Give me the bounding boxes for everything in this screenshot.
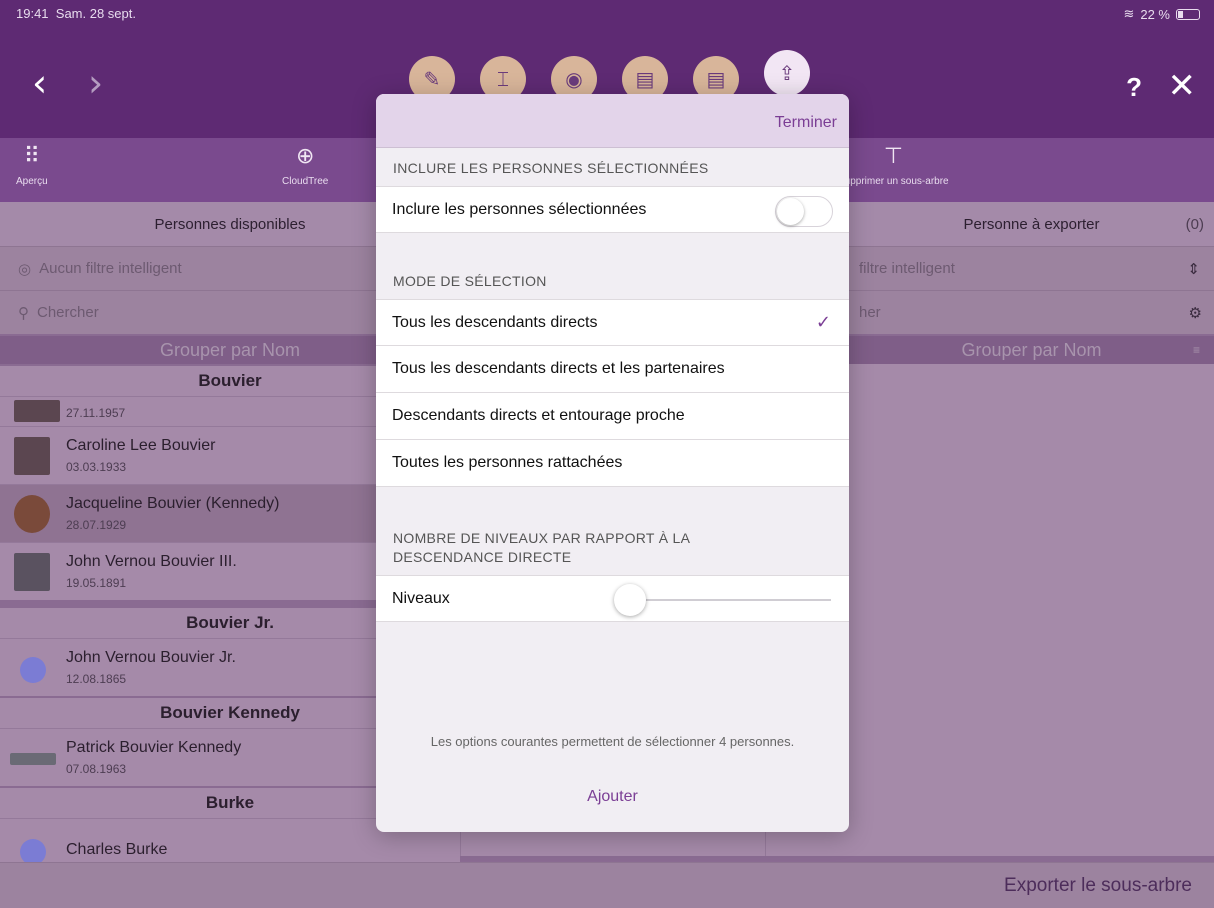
section-include-header: INCLURE LES PERSONNES SÉLECTIONNÉES xyxy=(393,160,709,176)
smart-filter-left-label: Aucun filtre intelligent xyxy=(39,260,182,277)
chevron-updown-icon[interactable]: ⇕ xyxy=(1187,260,1200,278)
close-button[interactable]: ✕ xyxy=(1168,66,1197,106)
person-date: 12.08.1865 xyxy=(66,672,127,686)
mode-label: Descendants directs et entourage proche xyxy=(392,407,685,424)
status-time: 19:41 xyxy=(16,6,49,21)
mode-option[interactable]: Tous les descendants directs et les part… xyxy=(376,346,849,393)
mode-option[interactable]: Descendants directs et entourage proche xyxy=(376,393,849,440)
tree-icon: ⊤ xyxy=(883,144,903,169)
cloudtree-tool[interactable]: ⊕ CloudTree xyxy=(282,144,328,187)
person-date: 03.03.1933 xyxy=(66,460,127,474)
upload-icon[interactable]: ⇪ xyxy=(764,50,810,96)
status-right: ≋ 22 % xyxy=(1123,6,1200,22)
forward-button[interactable]: › xyxy=(88,64,103,102)
section-levels-line1: NOMBRE DE NIVEAUX PAR RAPPORT À LA xyxy=(393,530,691,546)
delete-subtree-tool[interactable]: ⊤ Supprimer un sous-arbre xyxy=(838,144,949,187)
status-bar: 19:41 Sam. 28 sept. xyxy=(16,6,136,21)
help-button[interactable]: ? xyxy=(1126,72,1142,103)
avatar xyxy=(20,839,46,862)
mode-label: Tous les descendants directs xyxy=(392,313,598,331)
toggle-knob xyxy=(777,198,804,225)
section-levels-header: NOMBRE DE NIVEAUX PAR RAPPORT À LA DESCE… xyxy=(376,487,849,575)
export-count: (0) xyxy=(1185,215,1204,233)
battery-text: 22 % xyxy=(1140,6,1170,22)
levels-row: Niveaux xyxy=(376,575,849,622)
done-button[interactable]: Terminer xyxy=(775,114,837,132)
smart-filter-right-label: filtre intelligent xyxy=(859,260,955,277)
available-persons-title: Personnes disponibles xyxy=(154,215,306,233)
search-left-placeholder: Chercher xyxy=(37,304,99,321)
add-button[interactable]: Ajouter xyxy=(376,788,849,806)
bottom-bar: Exporter le sous-arbre xyxy=(0,862,1214,908)
gear-icon[interactable]: ⚙ xyxy=(1189,304,1202,322)
include-selected-row: Inclure les personnes sélectionnées xyxy=(376,186,849,233)
person-name: Caroline Lee Bouvier xyxy=(66,437,216,454)
search-icon: ⚲ xyxy=(18,304,29,322)
avatar xyxy=(20,657,46,683)
avatar xyxy=(14,400,60,422)
section-levels-line2: DESCENDANCE DIRECTE xyxy=(393,549,572,565)
person-name: Jacqueline Bouvier (Kennedy) xyxy=(66,495,280,512)
mode-option[interactable]: Tous les descendants directs ✓ xyxy=(376,299,849,346)
person-date: 28.07.1929 xyxy=(66,518,127,532)
section-mode-header: MODE DE SÉLECTION xyxy=(393,273,547,289)
battery-icon xyxy=(1176,8,1200,20)
group-by-right-label: Grouper par Nom xyxy=(961,339,1102,360)
include-selected-toggle[interactable] xyxy=(775,196,833,227)
section-name: Burke xyxy=(205,793,255,812)
search-right[interactable]: her ⚙ xyxy=(849,290,1214,334)
avatar xyxy=(14,553,50,591)
avatar xyxy=(14,437,50,475)
include-selected-label: Inclure les personnes sélectionnées xyxy=(392,200,647,218)
apercu-label: Aperçu xyxy=(16,176,48,187)
export-persons-header: Personne à exporter (0) xyxy=(849,202,1214,246)
grid-icon: ⠿ xyxy=(23,144,40,169)
modal-header: Terminer xyxy=(376,94,849,148)
group-by-right[interactable]: Grouper par Nom ≡ xyxy=(849,336,1214,364)
mode-label: Toutes les personnes rattachées xyxy=(392,454,623,471)
mode-label: Tous les descendants directs et les part… xyxy=(392,360,725,377)
checkmark-icon: ✓ xyxy=(815,312,831,333)
avatar xyxy=(14,495,50,533)
section-name: Bouvier Kennedy xyxy=(160,703,300,722)
selection-options-modal: Terminer INCLURE LES PERSONNES SÉLECTION… xyxy=(376,94,849,832)
mode-option[interactable]: Toutes les personnes rattachées xyxy=(376,440,849,487)
export-persons-title: Personne à exporter xyxy=(963,215,1100,233)
group-by-left-label: Grouper par Nom xyxy=(159,339,301,360)
section-name: Bouvier Jr. xyxy=(186,613,274,632)
cloudtree-label: CloudTree xyxy=(282,176,329,187)
selection-note: Les options courantes permettent de séle… xyxy=(430,734,795,749)
levels-label: Niveaux xyxy=(392,589,450,607)
person-name: Charles Burke xyxy=(66,841,168,858)
delete-subtree-label: Supprimer un sous-arbre xyxy=(838,176,949,187)
apercu-tool[interactable]: ⠿ Aperçu xyxy=(16,144,48,187)
levels-slider-thumb[interactable] xyxy=(614,584,646,616)
person-name: Patrick Bouvier Kennedy xyxy=(66,739,242,756)
export-subtree-button[interactable]: Exporter le sous-arbre xyxy=(1004,875,1192,897)
filter-icon: ◎ xyxy=(18,260,32,278)
smart-filter-right[interactable]: filtre intelligent ⇕ xyxy=(849,246,1214,290)
person-name: John Vernou Bouvier III. xyxy=(66,553,237,570)
person-name: John Vernou Bouvier Jr. xyxy=(66,649,236,666)
person-date: 07.08.1963 xyxy=(66,762,127,776)
avatar xyxy=(10,753,56,765)
person-date: 19.05.1891 xyxy=(66,576,127,590)
levels-slider-track[interactable] xyxy=(630,599,831,601)
person-date: 27.11.1957 xyxy=(66,406,126,420)
back-button[interactable]: ‹ xyxy=(32,64,47,102)
wifi-icon: ≋ xyxy=(1123,6,1135,21)
section-name: Bouvier xyxy=(198,371,262,390)
status-date: Sam. 28 sept. xyxy=(55,6,136,21)
cloudtree-icon: ⊕ xyxy=(295,144,315,169)
search-right-placeholder: her xyxy=(859,304,881,321)
sort-icon[interactable]: ≡ xyxy=(1193,343,1200,357)
